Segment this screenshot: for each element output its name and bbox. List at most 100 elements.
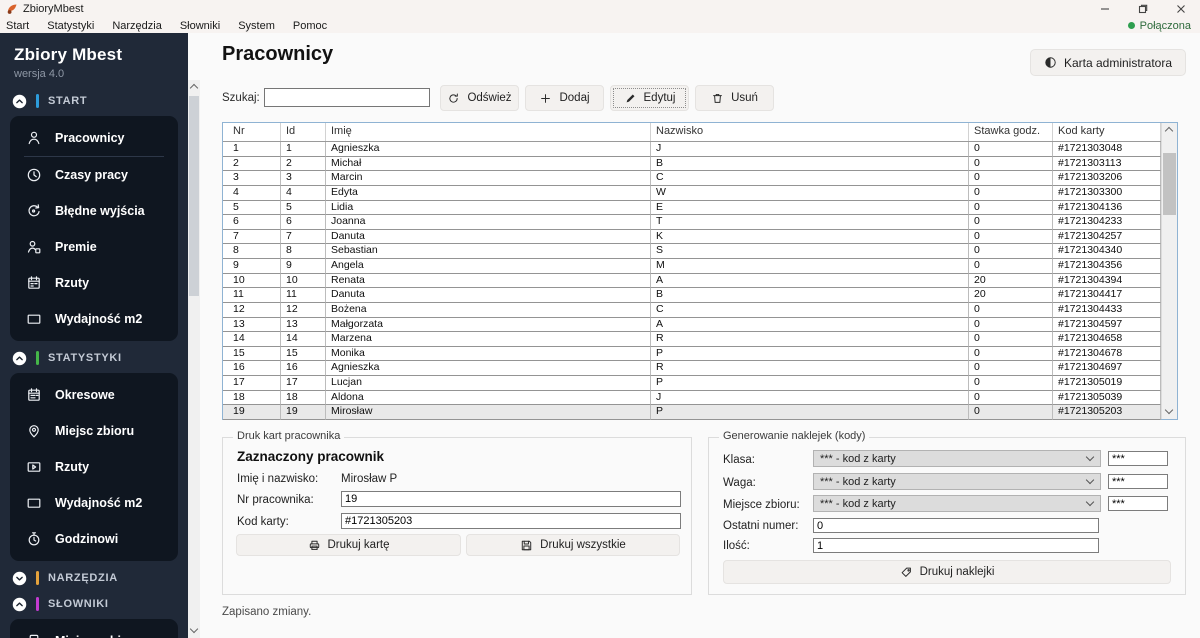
waga-code-field[interactable]	[1108, 474, 1168, 489]
edit-button[interactable]: Edytuj	[610, 85, 689, 111]
sidebar-section-slowniki[interactable]: SŁOWNIKI	[0, 591, 188, 617]
sidebar-section-start[interactable]: START	[0, 88, 188, 114]
sidebar-scrollbar[interactable]	[188, 33, 200, 638]
klasa-code-field[interactable]	[1108, 451, 1168, 466]
chevron-up-circle-icon	[12, 351, 27, 366]
table-row[interactable]: 77DanutaK0#1721304257	[223, 230, 1161, 245]
minimize-icon	[1100, 4, 1110, 14]
menu-start[interactable]: Start	[0, 20, 38, 32]
table-row[interactable]: 22MichałB0#1721303113	[223, 157, 1161, 172]
sidebar-item-premie[interactable]: Premie	[10, 229, 178, 265]
table-row[interactable]: 1414MarzenaR0#1721304658	[223, 332, 1161, 347]
table-cell-nazwisko: B	[651, 288, 969, 303]
search-input[interactable]	[264, 88, 430, 107]
last-number-field[interactable]	[813, 518, 1099, 533]
table-cell-stawka: 0	[969, 376, 1053, 391]
print-stickers-button[interactable]: Drukuj naklejki	[723, 560, 1171, 584]
table-cell-id: 7	[281, 230, 326, 245]
column-header-nr[interactable]: Nr	[223, 123, 281, 141]
table-row[interactable]: 88SebastianS0#1721304340	[223, 244, 1161, 259]
table-row[interactable]: 1717LucjanP0#1721305019	[223, 376, 1161, 391]
table-cell-stawka: 0	[969, 303, 1053, 318]
miejsce-zbioru-select-value: *** - kod z karty	[820, 498, 896, 510]
table-row[interactable]: 1111DanutaB20#1721304417	[223, 288, 1161, 303]
waga-select[interactable]: *** - kod z karty	[813, 473, 1101, 490]
scroll-down-icon[interactable]	[1165, 406, 1173, 414]
brand-title: Zbiory Mbest	[14, 45, 174, 65]
scrollbar-thumb[interactable]	[1163, 153, 1176, 215]
print-card-button[interactable]: Drukuj kartę	[236, 534, 461, 556]
column-header-stawka[interactable]: Stawka godz.	[969, 123, 1053, 141]
card-code-label: Kod karty:	[237, 516, 289, 528]
sidebar-item-miejsc-zbioru[interactable]: Miejsc zbioru	[10, 413, 178, 449]
sidebar-item-wydajnosc-m2-stat[interactable]: Wydajność m2	[10, 485, 178, 521]
menu-system[interactable]: System	[229, 20, 284, 32]
column-header-nazwisko[interactable]: Nazwisko	[651, 123, 969, 141]
table-row[interactable]: 33MarcinC0#1721303206	[223, 171, 1161, 186]
sidebar-item-rzuty[interactable]: Rzuty	[10, 265, 178, 301]
table-row[interactable]: 1818AldonaJ0#1721305039	[223, 391, 1161, 406]
table-cell-nazwisko: R	[651, 332, 969, 347]
sidebar-item-wydajnosc-m2[interactable]: Wydajność m2	[10, 301, 178, 337]
sidebar-item-okresowe[interactable]: Okresowe	[10, 377, 178, 413]
table-row[interactable]: 11AgnieszkaJ0#1721303048	[223, 142, 1161, 157]
admin-card-button[interactable]: Karta administratora	[1030, 49, 1186, 76]
employee-number-field[interactable]	[341, 491, 681, 507]
miejsce-zbioru-code-field[interactable]	[1108, 496, 1168, 511]
sidebar-section-statystyki[interactable]: STATYSTYKI	[0, 345, 188, 371]
sidebar-section-narzedzia[interactable]: NARZĘDZIA	[0, 565, 188, 591]
table-cell-stawka: 0	[969, 230, 1053, 245]
refresh-button[interactable]: Odśwież	[440, 85, 519, 111]
column-header-kod-karty[interactable]: Kod karty	[1053, 123, 1161, 141]
sidebar-item-czasy-pracy[interactable]: Czasy pracy	[10, 157, 178, 193]
add-button[interactable]: Dodaj	[525, 85, 604, 111]
print-panel-legend: Druk kart pracownika	[233, 430, 344, 442]
table-cell-nr: 14	[223, 332, 281, 347]
column-header-id[interactable]: Id	[281, 123, 326, 141]
table-row[interactable]: 55LidiaE0#1721304136	[223, 201, 1161, 216]
table-row[interactable]: 1313MałgorzataA0#1721304597	[223, 318, 1161, 333]
menu-pomoc[interactable]: Pomoc	[284, 20, 336, 32]
exit-arrow-icon	[26, 203, 42, 219]
table-cell-kod: #1721304340	[1053, 244, 1161, 259]
menu-slowniki[interactable]: Słowniki	[171, 20, 229, 32]
table-row[interactable]: 1010RenataA20#1721304394	[223, 274, 1161, 289]
sidebar-item-pracownicy[interactable]: Pracownicy	[10, 120, 178, 156]
table-cell-imie: Angela	[326, 259, 651, 274]
quantity-field[interactable]	[813, 538, 1099, 553]
close-button[interactable]	[1162, 0, 1200, 18]
table-cell-id: 4	[281, 186, 326, 201]
table-cell-imie: Danuta	[326, 230, 651, 245]
table-cell-nazwisko: S	[651, 244, 969, 259]
minimize-button[interactable]	[1086, 0, 1124, 18]
table-row[interactable]: 99AngelaM0#1721304356	[223, 259, 1161, 274]
menu-narzedzia[interactable]: Narzędzia	[103, 20, 171, 32]
sidebar-item-rzuty-stat[interactable]: Rzuty	[10, 449, 178, 485]
sidebar-item-miejsca-zbioru[interactable]: Miejsca zbioru	[10, 623, 178, 638]
sidebar-item-bledne-wyjscia[interactable]: Błędne wyjścia	[10, 193, 178, 229]
table-row[interactable]: 44EdytaW0#1721303300	[223, 186, 1161, 201]
klasa-select[interactable]: *** - kod z karty	[813, 450, 1101, 467]
scroll-up-icon[interactable]	[1165, 127, 1173, 135]
table-cell-kod: #1721304433	[1053, 303, 1161, 318]
table-cell-id: 3	[281, 171, 326, 186]
card-code-field[interactable]	[341, 513, 681, 529]
scrollbar-track[interactable]	[188, 80, 200, 638]
main-content: Pracownicy Karta administratora Szukaj: …	[200, 33, 1200, 638]
restore-button[interactable]	[1124, 0, 1162, 18]
sidebar-item-godzinowi[interactable]: Godzinowi	[10, 521, 178, 557]
table-row[interactable]: 1616AgnieszkaR0#1721304697	[223, 361, 1161, 376]
table-scrollbar[interactable]	[1161, 123, 1177, 419]
menu-statystyki[interactable]: Statystyki	[38, 20, 103, 32]
column-header-imie[interactable]: Imię	[326, 123, 651, 141]
print-all-button[interactable]: Drukuj wszystkie	[466, 534, 680, 556]
scrollbar-thumb[interactable]	[189, 96, 199, 296]
table-row[interactable]: 1212BożenaC0#1721304433	[223, 303, 1161, 318]
delete-button[interactable]: Usuń	[695, 85, 774, 111]
scroll-down-icon[interactable]	[190, 625, 198, 633]
scroll-up-icon[interactable]	[190, 84, 198, 92]
table-row[interactable]: 1919MirosławP0#1721305203	[223, 405, 1161, 420]
table-row[interactable]: 66JoannaT0#1721304233	[223, 215, 1161, 230]
table-row[interactable]: 1515MonikaP0#1721304678	[223, 347, 1161, 362]
miejsce-zbioru-select[interactable]: *** - kod z karty	[813, 495, 1101, 512]
